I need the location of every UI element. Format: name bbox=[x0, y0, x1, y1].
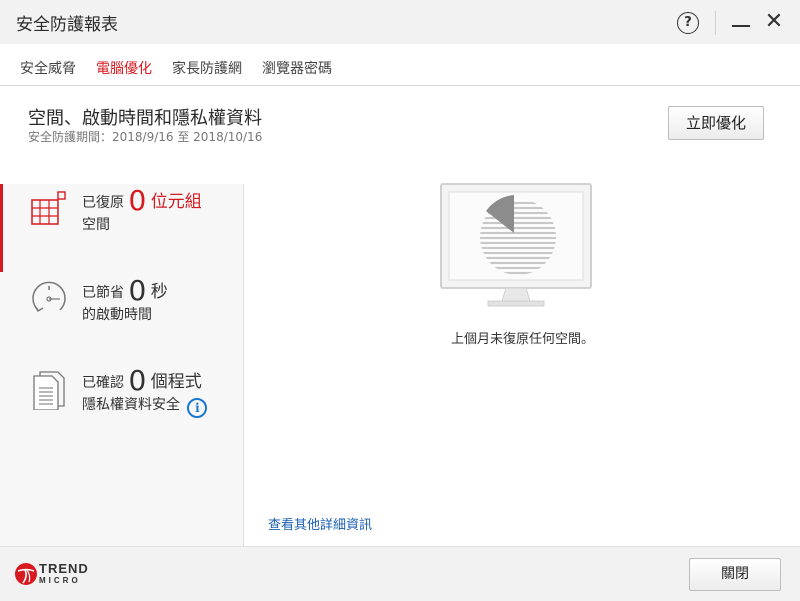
stat-label: 的啟動時間 bbox=[82, 307, 152, 323]
more-details-link[interactable]: 查看其他詳細資訊 bbox=[268, 514, 372, 533]
stat-space-recovered[interactable]: 已復原 0 位元組 空間 bbox=[24, 187, 239, 260]
empty-state-message: 上個月未復原任何空間。 bbox=[450, 332, 594, 347]
stat-prefix: 已節省 bbox=[82, 285, 124, 301]
document-icon bbox=[33, 371, 65, 410]
tab-security-threats[interactable]: 安全威脅 bbox=[20, 58, 76, 78]
tab-browser-passwords[interactable]: 瀏覽器密碼 bbox=[262, 58, 332, 78]
optimize-now-button[interactable]: 立即優化 bbox=[668, 106, 764, 140]
window-close-button[interactable]: ✕ bbox=[763, 11, 785, 33]
empty-monitor-illustration bbox=[440, 183, 592, 307]
tab-bar: 安全威脅 電腦優化 家長防護網 瀏覽器密碼 bbox=[0, 44, 800, 86]
help-button[interactable]: ? bbox=[677, 12, 699, 34]
stat-value: 0 bbox=[128, 364, 147, 397]
protection-period: 安全防護期間：2018/9/16 至 2018/10/16 bbox=[28, 130, 263, 144]
stat-unit: 位元組 bbox=[150, 192, 202, 212]
trend-micro-logo bbox=[15, 563, 37, 585]
logo-text-trend: TREND bbox=[39, 561, 89, 576]
stat-prefix: 已復原 bbox=[82, 195, 124, 211]
close-button[interactable]: 關閉 bbox=[689, 558, 781, 591]
tab-parental-controls[interactable]: 家長防護網 bbox=[172, 58, 242, 78]
title-bar-separator bbox=[715, 11, 716, 35]
window-title: 安全防護報表 bbox=[16, 15, 118, 35]
stat-label: 隱私權資料安全 bbox=[82, 397, 180, 413]
stat-value: 0 bbox=[128, 274, 147, 307]
stat-label: 空間 bbox=[82, 217, 110, 233]
grid-space-icon bbox=[31, 191, 66, 225]
tab-pc-optimization[interactable]: 電腦優化 bbox=[96, 58, 152, 78]
title-bar: 安全防護報表 ? ✕ bbox=[0, 0, 800, 44]
logo-text-micro: MICRO bbox=[39, 576, 81, 585]
info-icon[interactable]: i bbox=[187, 398, 208, 418]
active-indicator bbox=[0, 184, 3, 272]
stat-privacy-programs[interactable]: 已確認 0 個程式 隱私權資料安全 i bbox=[24, 367, 239, 440]
stat-unit: 個程式 bbox=[150, 372, 202, 392]
clock-icon bbox=[32, 281, 66, 313]
stat-value: 0 bbox=[128, 184, 147, 217]
footer: TREND MICRO 關閉 bbox=[0, 546, 800, 601]
stat-unit: 秒 bbox=[150, 282, 168, 302]
minimize-button[interactable] bbox=[732, 25, 750, 27]
page-title: 空間、啟動時間和隱私權資料 bbox=[28, 108, 262, 129]
stat-prefix: 已確認 bbox=[82, 375, 124, 391]
stat-boot-time-saved[interactable]: 已節省 0 秒 的啟動時間 bbox=[24, 277, 239, 350]
